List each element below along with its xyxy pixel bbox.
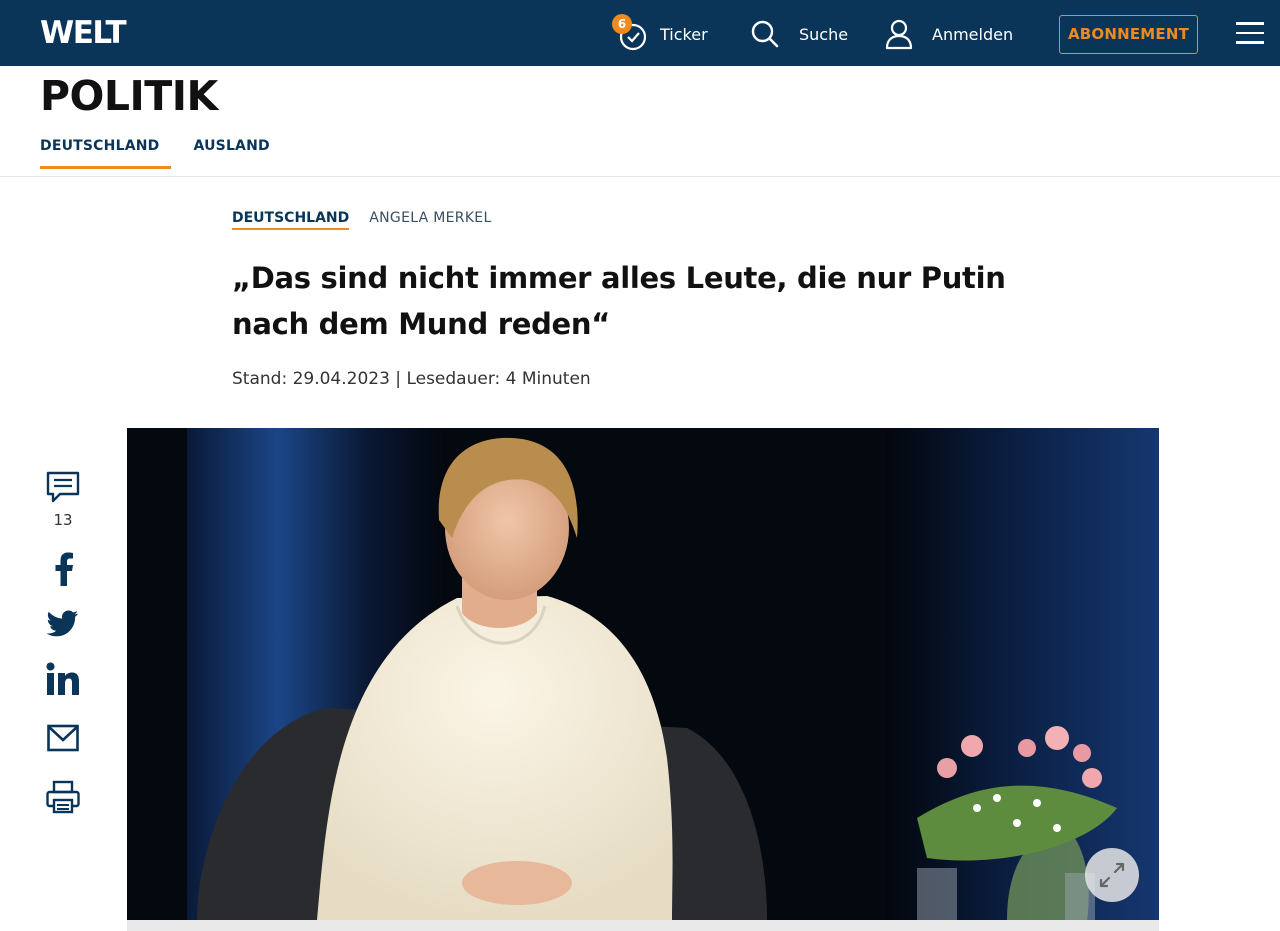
section-divider (0, 176, 1280, 177)
article-meta: Stand: 29.04.2023 | Lesedauer: 4 Minuten (232, 369, 591, 389)
comments-count: 13 (53, 511, 73, 529)
hero-photo (127, 428, 1159, 920)
search-icon (751, 20, 779, 48)
section-title: POLITIK (40, 72, 218, 120)
user-icon (885, 19, 913, 50)
section-subnav: DEUTSCHLAND AUSLAND (40, 138, 292, 169)
tag-angela-merkel[interactable]: ANGELA MERKEL (369, 210, 491, 230)
ticker-badge: 6 (612, 14, 632, 34)
login-label: Anmelden (932, 24, 1014, 44)
search-button[interactable]: Suche (750, 14, 848, 54)
expand-image-button[interactable] (1085, 848, 1139, 902)
print-icon (46, 780, 80, 814)
tab-deutschland[interactable]: DEUTSCHLAND (40, 138, 172, 169)
comments-button[interactable] (40, 470, 86, 504)
article-hero-image (127, 428, 1159, 920)
share-facebook-button[interactable] (40, 552, 86, 586)
hamburger-menu-icon[interactable] (1236, 22, 1266, 46)
twitter-icon (47, 610, 78, 637)
share-mail-button[interactable] (40, 724, 86, 752)
ticker-button[interactable]: 6 Ticker (612, 14, 708, 54)
subscribe-button[interactable]: ABONNEMENT (1059, 15, 1198, 54)
print-button[interactable] (40, 780, 86, 814)
share-linkedin-button[interactable] (40, 662, 86, 696)
tab-ausland[interactable]: AUSLAND (193, 138, 269, 169)
top-navigation-bar: WELT 6 Ticker Suche Anmelden ABONNEMENT (0, 0, 1280, 66)
tag-deutschland[interactable]: DEUTSCHLAND (232, 210, 350, 230)
mail-icon (47, 724, 79, 752)
comment-icon (46, 471, 80, 503)
linkedin-icon (46, 662, 79, 695)
search-label: Suche (799, 24, 849, 44)
expand-icon (1099, 862, 1125, 888)
facebook-icon (55, 552, 73, 586)
share-twitter-button[interactable] (40, 610, 86, 638)
article-tags: DEUTSCHLAND ANGELA MERKEL (232, 210, 512, 230)
ticker-label: Ticker (660, 24, 708, 44)
hero-bottom-strip (127, 920, 1159, 931)
article-headline: „Das sind nicht immer alles Leute, die n… (232, 261, 1006, 341)
welt-logo[interactable]: WELT (40, 16, 127, 50)
login-button[interactable]: Anmelden (884, 14, 1013, 54)
